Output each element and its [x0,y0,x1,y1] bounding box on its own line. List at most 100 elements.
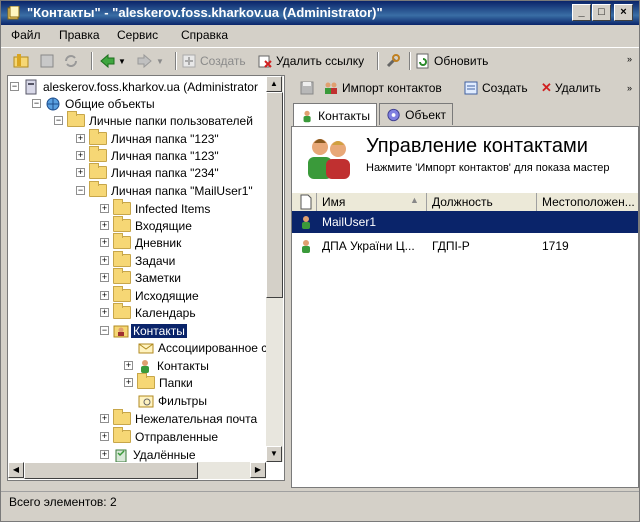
folder-tree[interactable]: − aleskerov.foss.kharkov.ua (Administrat… [7,75,285,481]
import-contacts-button[interactable]: Импорт контактов [323,78,442,98]
toolbar-separator [175,52,177,70]
tree-item-folders[interactable]: + Папки [124,373,193,391]
column-separator[interactable] [316,193,317,211]
scroll-up-arrow-icon[interactable]: ▲ [266,76,282,92]
tree-item-sent[interactable]: + Отправленные [100,427,218,445]
scroll-down-arrow-icon[interactable]: ▼ [266,446,282,462]
expand-icon[interactable]: + [124,378,133,387]
tree-item-tasks[interactable]: + Задачи [100,251,175,269]
close-button[interactable]: × [614,4,633,21]
tools-button[interactable] [385,51,401,71]
tree-item-label: Папки [159,375,193,390]
scroll-left-arrow-icon[interactable]: ◀ [8,462,24,478]
tree-item-outbox[interactable]: + Исходящие [100,286,199,304]
sync-button[interactable] [63,51,79,71]
expand-icon[interactable]: + [100,414,109,423]
save-button[interactable] [299,78,315,98]
list-row[interactable]: ДПА України Ц... ГДПІ-Р 1719 [292,235,638,257]
maximize-button[interactable]: □ [592,4,611,21]
tree-horizontal-scrollbar[interactable]: ◀ ▶ [8,462,266,479]
delete-link-button[interactable]: Удалить ссылку [257,51,364,71]
menu-edit[interactable]: Правка [59,28,100,42]
tree-item-public-objects[interactable]: − Общие объекты [32,95,155,112]
refresh-button[interactable]: Обновить [415,51,488,71]
forward-button[interactable]: ▼ [137,51,164,71]
scroll-right-arrow-icon[interactable]: ▶ [250,462,266,478]
expand-icon[interactable]: + [100,238,109,247]
toolbar-overflow-icon[interactable]: » [627,83,632,93]
tree-item-server[interactable]: − aleskerov.foss.kharkov.ua (Administrat… [10,78,258,95]
expand-icon[interactable]: + [100,256,109,265]
delete-contact-button[interactable]: ✕ Удалить [541,78,601,98]
expand-icon[interactable]: + [100,273,109,282]
folder-icon [89,163,107,179]
expand-icon[interactable]: + [100,221,109,230]
list-row-selected[interactable]: MailUser1 [292,211,638,233]
create-button[interactable]: Создать [181,51,246,71]
tab-contacts[interactable]: Контакты [293,103,377,127]
collapse-icon[interactable]: − [32,99,41,108]
tree-item-personal-folder[interactable]: + Личная папка "123" [76,146,219,164]
menu-help[interactable]: Справка [181,28,228,42]
properties-button[interactable] [39,51,55,71]
toolbar-separator [377,52,379,70]
tree-item-label: Ассоциированное с [158,340,268,355]
tree-item-sub-contacts[interactable]: + Контакты [124,357,209,374]
up-folder-button[interactable] [13,51,29,71]
column-name[interactable]: Имя [322,195,345,209]
tree-item-junk-mail[interactable]: + Нежелательная почта [100,409,257,427]
expand-icon[interactable]: + [100,432,109,441]
tree-item-calendar[interactable]: + Календарь [100,303,196,321]
minimize-button[interactable]: _ [572,4,591,21]
column-separator[interactable] [536,193,537,211]
tree-item-deleted[interactable]: + Удалённые [100,446,196,463]
menu-file[interactable]: Файл [11,28,41,42]
toolbar-overflow-icon[interactable]: » [627,54,632,64]
expand-icon[interactable]: + [100,308,109,317]
tree-item-label: Infected Items [135,201,211,216]
create-icon [464,81,478,95]
forward-dropdown-icon[interactable]: ▼ [156,57,164,66]
tree-item-user-folders[interactable]: − Личные папки пользователей [54,111,253,129]
expand-icon[interactable]: + [124,361,133,370]
column-location[interactable]: Местоположен... [542,195,635,209]
tree-item-personal-folder-mailuser1[interactable]: − Личная папка "MailUser1" [76,181,253,199]
scroll-thumb[interactable] [266,92,283,298]
tree-vertical-scrollbar[interactable]: ▲ ▼ [266,76,283,462]
person-icon [303,110,311,122]
expand-icon[interactable]: + [100,291,109,300]
back-dropdown-icon[interactable]: ▼ [118,57,126,66]
tree-item-filters[interactable]: Фильтры [138,392,207,409]
collapse-icon[interactable]: − [76,186,85,195]
filter-icon [138,395,154,407]
collapse-icon[interactable]: − [54,116,63,125]
column-position[interactable]: Должность [432,195,493,209]
tree-item-infected-items[interactable]: + Infected Items [100,199,211,217]
person-icon [302,216,310,229]
delete-link-label: Удалить ссылку [276,54,365,68]
title-bar[interactable]: "Контакты" - "aleskerov.foss.kharkov.ua … [1,1,639,25]
back-button[interactable]: ▼ [99,51,126,71]
scroll-thumb[interactable] [24,462,198,479]
expand-icon[interactable]: + [76,134,85,143]
expand-icon[interactable]: + [76,151,85,160]
expand-icon[interactable]: + [100,204,109,213]
expand-icon[interactable]: + [76,168,85,177]
expand-icon[interactable]: + [100,450,109,459]
pane-splitter[interactable] [285,75,289,487]
tree-item-inbox[interactable]: + Входящие [100,216,192,234]
tree-item-personal-folder[interactable]: + Личная папка "123" [76,129,219,147]
column-separator[interactable] [426,193,427,211]
contacts-manager-icon [308,139,350,179]
tree-item-notes[interactable]: + Заметки [100,268,181,286]
tab-object[interactable]: Объект [379,103,453,125]
tree-item-associated[interactable]: Ассоциированное с [138,339,267,356]
collapse-icon[interactable]: − [100,326,109,335]
tree-item-contacts-selected[interactable]: − Контакты [100,322,187,339]
tree-item-journal[interactable]: + Дневник [100,233,181,251]
create-contact-button[interactable]: Создать [463,78,528,98]
document-icon[interactable] [298,194,314,210]
menu-tools[interactable]: Сервис [117,28,158,42]
collapse-icon[interactable]: − [10,82,19,91]
tree-item-personal-folder[interactable]: + Личная папка "234" [76,163,219,181]
